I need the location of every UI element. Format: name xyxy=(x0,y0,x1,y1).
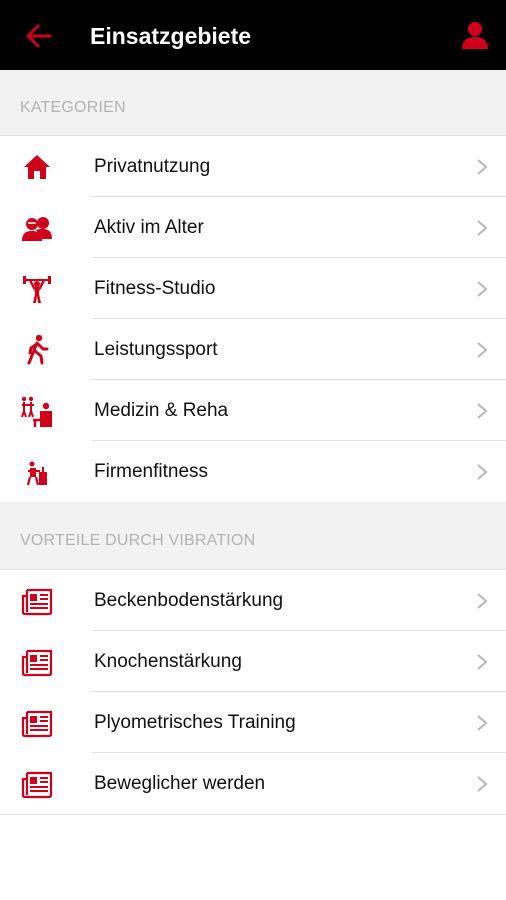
chevron-right-icon xyxy=(477,464,488,480)
office-fitness-icon xyxy=(26,461,47,486)
article-icon xyxy=(21,710,53,738)
kategorien-list: Privatnutzung Aktiv im Alter Fitness-Stu… xyxy=(0,135,506,503)
article-icon xyxy=(21,771,53,799)
weightlifter-icon xyxy=(23,276,51,303)
section-heading-label: VORTEILE DURCH VIBRATION xyxy=(20,532,256,549)
chevron-right-icon xyxy=(477,654,488,670)
list-item-label: Beckenbodenstärkung xyxy=(94,590,284,611)
page-title: Einsatzgebiete xyxy=(90,23,252,49)
chevron-right-icon xyxy=(477,776,488,792)
home-icon xyxy=(24,155,50,179)
list-item-privatnutzung[interactable]: Privatnutzung xyxy=(0,136,506,197)
chevron-right-icon xyxy=(477,593,488,609)
section-heading-kategorien: KATEGORIEN xyxy=(0,70,506,135)
list-item-fitness-studio[interactable]: Fitness-Studio xyxy=(0,258,506,319)
chevron-right-icon xyxy=(477,403,488,419)
list-item-aktiv-im-alter[interactable]: Aktiv im Alter xyxy=(0,197,506,258)
walking-person-icon xyxy=(27,334,49,365)
section-heading-label: KATEGORIEN xyxy=(20,99,126,116)
medical-rehab-icon xyxy=(21,396,52,427)
list-item-label: Plyometrisches Training xyxy=(94,712,296,733)
list-item-label: Medizin & Reha xyxy=(94,400,229,421)
list-item-medizin-reha[interactable]: Medizin & Reha xyxy=(0,380,506,441)
chevron-right-icon xyxy=(477,159,488,175)
list-item-knochenstaerkung[interactable]: Knochenstärkung xyxy=(0,631,506,692)
list-item-label: Firmenfitness xyxy=(94,461,209,482)
section-heading-vorteile: VORTEILE DURCH VIBRATION xyxy=(0,502,506,569)
list-item-beweglicher-werden[interactable]: Beweglicher werden xyxy=(0,753,506,814)
list-item-label: Beweglicher werden xyxy=(94,773,266,794)
chevron-right-icon xyxy=(477,220,488,236)
user-icon[interactable] xyxy=(460,20,490,50)
list-item-plyometrisches-training[interactable]: Plyometrisches Training xyxy=(0,692,506,753)
chevron-right-icon xyxy=(477,281,488,297)
list-item-label: Aktiv im Alter xyxy=(94,217,204,238)
list-item-label: Privatnutzung xyxy=(94,156,211,177)
article-icon xyxy=(21,649,53,677)
list-item-leistungssport[interactable]: Leistungssport xyxy=(0,319,506,380)
back-arrow-icon[interactable] xyxy=(24,22,54,50)
chevron-right-icon xyxy=(477,342,488,358)
seniors-icon xyxy=(22,217,52,241)
list-item-label: Fitness-Studio xyxy=(94,278,216,299)
list-item-label: Knochenstärkung xyxy=(94,651,242,672)
vorteile-list: Beckenbodenstärkung Knochenstärkung Plyo… xyxy=(0,569,506,815)
article-icon xyxy=(21,588,53,616)
list-item-firmenfitness[interactable]: Firmenfitness xyxy=(0,441,506,502)
list-item-label: Leistungssport xyxy=(94,339,218,360)
list-item-beckenbodenstaerkung[interactable]: Beckenbodenstärkung xyxy=(0,570,506,631)
app-header: Einsatzgebiete xyxy=(0,0,506,70)
chevron-right-icon xyxy=(477,715,488,731)
